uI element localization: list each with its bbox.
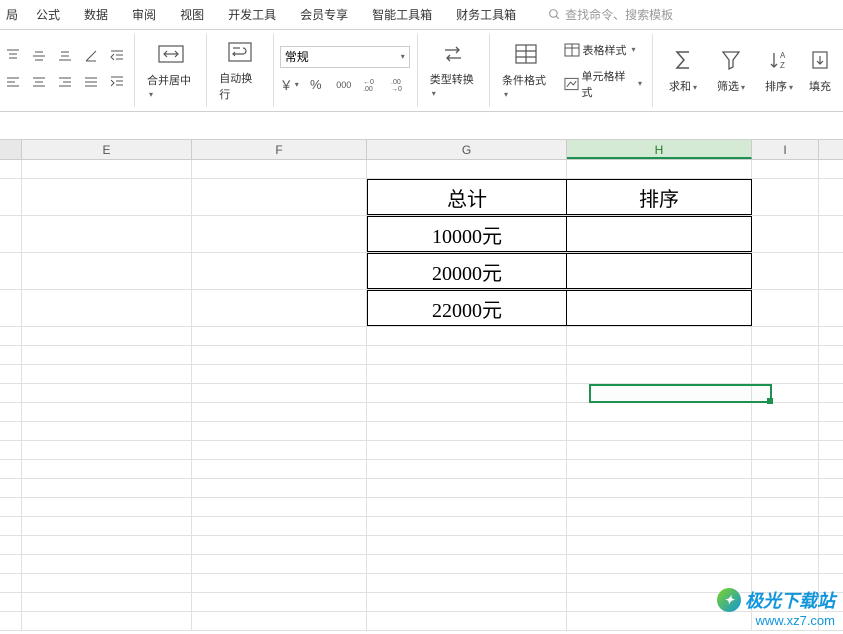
- align-middle-icon[interactable]: [28, 45, 50, 67]
- group-number: 常规▾ ￥▾ % 000 ←0.00 .00→0: [274, 34, 418, 107]
- merge-center-button[interactable]: 合并居中▾: [141, 38, 200, 104]
- tab-member[interactable]: 会员专享: [288, 0, 360, 30]
- increase-indent-icon[interactable]: [106, 71, 128, 93]
- align-left-icon[interactable]: [2, 71, 24, 93]
- svg-text:.00: .00: [391, 79, 401, 86]
- table-style-icon: [564, 43, 580, 57]
- decrease-indent-icon[interactable]: [106, 45, 128, 67]
- col-header-E[interactable]: E: [22, 140, 192, 159]
- sum-button[interactable]: 求和▾: [659, 34, 707, 107]
- svg-text:→0: →0: [391, 86, 402, 92]
- cond-format-icon: [513, 42, 539, 66]
- tab-review[interactable]: 审阅: [120, 0, 168, 30]
- align-bottom-icon[interactable]: [54, 45, 76, 67]
- merge-icon: [157, 42, 185, 66]
- spreadsheet-grid[interactable]: 总计 排序 10000元 20000元 22000元: [0, 160, 843, 631]
- svg-text:A: A: [780, 51, 786, 60]
- cell-G-header[interactable]: 总计: [367, 179, 567, 215]
- increase-decimal-button[interactable]: ←0.00: [361, 74, 383, 96]
- cell-style-icon: [564, 77, 579, 91]
- group-merge: 合并居中▾: [135, 34, 207, 107]
- table-style-button[interactable]: 表格样式▾: [560, 40, 646, 60]
- orientation-icon[interactable]: [80, 45, 102, 67]
- group-wrap: 自动换行: [207, 34, 274, 107]
- watermark: ✦ 极光下载站 www.xz7.com: [717, 587, 835, 628]
- col-header-I[interactable]: I: [752, 140, 819, 159]
- cell-H3[interactable]: [567, 253, 752, 289]
- convert-icon: [440, 43, 466, 65]
- search-placeholder: 查找命令、搜索模板: [565, 6, 673, 23]
- wrap-icon: [226, 40, 254, 64]
- ribbon: 合并居中▾ 自动换行 常规▾ ￥▾ % 000 ←0.00 .00→0 类型转换…: [0, 30, 843, 112]
- group-editing: 求和▾ 筛选▾ AZ 排序▾ 填充: [653, 34, 843, 107]
- wrap-text-button[interactable]: 自动换行: [213, 36, 267, 106]
- column-headers: E F G H I: [0, 140, 843, 160]
- group-styles: 条件格式▾ 表格样式▾ 单元格样式▾: [490, 34, 653, 107]
- col-header-partial[interactable]: [0, 140, 22, 159]
- cell-H4[interactable]: [567, 290, 752, 326]
- align-right-icon[interactable]: [54, 71, 76, 93]
- fill-icon: [809, 48, 831, 72]
- percent-button[interactable]: %: [305, 74, 327, 96]
- col-header-G[interactable]: G: [367, 140, 567, 159]
- col-header-F[interactable]: F: [192, 140, 367, 159]
- tab-finance-tools[interactable]: 财务工具箱: [444, 0, 528, 30]
- watermark-name: 极光下载站: [745, 587, 835, 613]
- cell-G4[interactable]: 22000元: [367, 290, 567, 326]
- align-top-icon[interactable]: [2, 45, 24, 67]
- number-format-select[interactable]: 常规▾: [280, 46, 410, 68]
- svg-text:.00: .00: [363, 86, 373, 92]
- cell-style-button[interactable]: 单元格样式▾: [560, 66, 646, 102]
- sum-icon: [672, 48, 694, 72]
- tab-layout-partial[interactable]: 局: [4, 0, 24, 30]
- group-type-convert: 类型转换▾: [418, 34, 490, 107]
- justify-icon[interactable]: [80, 71, 102, 93]
- tab-data[interactable]: 数据: [72, 0, 120, 30]
- tab-devtools[interactable]: 开发工具: [216, 0, 288, 30]
- align-center-icon[interactable]: [28, 71, 50, 93]
- type-convert-button[interactable]: 类型转换▾: [424, 39, 483, 103]
- tab-smart-tools[interactable]: 智能工具箱: [360, 0, 444, 30]
- search-box[interactable]: 查找命令、搜索模板: [548, 6, 673, 23]
- tab-view[interactable]: 视图: [168, 0, 216, 30]
- col-header-H[interactable]: H: [567, 140, 752, 159]
- svg-text:←0: ←0: [363, 79, 374, 86]
- cell-H2[interactable]: [567, 216, 752, 252]
- watermark-url: www.xz7.com: [717, 613, 835, 628]
- cell-G3[interactable]: 20000元: [367, 253, 567, 289]
- sort-icon: AZ: [768, 48, 790, 72]
- conditional-format-button[interactable]: 条件格式▾: [496, 38, 556, 104]
- decrease-decimal-button[interactable]: .00→0: [389, 74, 411, 96]
- tab-formula[interactable]: 公式: [24, 0, 72, 30]
- watermark-logo-icon: ✦: [717, 588, 741, 612]
- svg-text:Z: Z: [780, 61, 785, 70]
- formula-bar[interactable]: [0, 112, 843, 140]
- fill-button[interactable]: 填充: [803, 34, 837, 107]
- filter-button[interactable]: 筛选▾: [707, 34, 755, 107]
- cell-H-header[interactable]: 排序: [567, 179, 752, 215]
- group-alignment: [0, 34, 135, 107]
- sort-button[interactable]: AZ 排序▾: [755, 34, 803, 107]
- cell-G2[interactable]: 10000元: [367, 216, 567, 252]
- currency-button[interactable]: ￥▾: [280, 74, 299, 96]
- search-icon: [548, 8, 561, 21]
- comma-button[interactable]: 000: [333, 74, 355, 96]
- filter-icon: [720, 48, 742, 72]
